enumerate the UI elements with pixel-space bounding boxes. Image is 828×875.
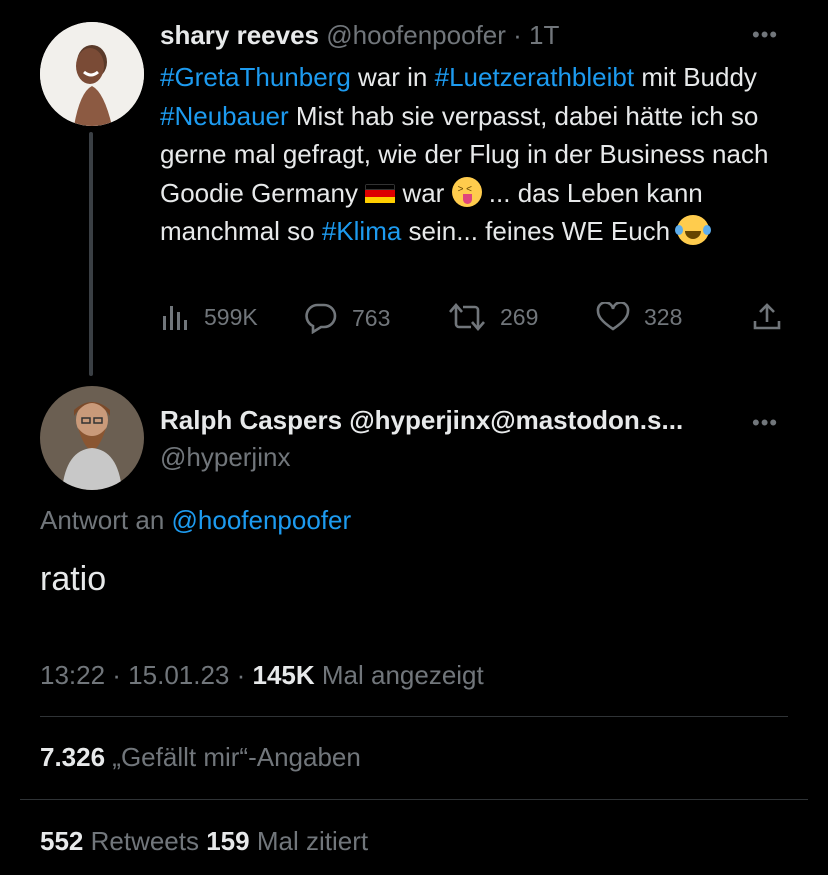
tongue-wink-emoji: > < [451,176,482,207]
timestamp[interactable]: 13:22 · 15.01.23 · [40,660,252,690]
tweet-text: #GretaThunberg war in #Luetzerathbleibt … [160,62,769,246]
quotes-stat[interactable]: 159 Mal zitiert [206,826,368,856]
views-number: 145K [252,660,315,690]
tears-of-joy-emoji [675,215,712,245]
more-dots-icon[interactable]: ••• [752,410,778,436]
likes-stat[interactable]: 7.326 „Gefällt mir“-Angaben [40,742,361,773]
share-upload-icon [753,303,781,330]
reply-count: 763 [352,304,391,331]
reply-to-line: Antwort an @hoofenpoofer [40,505,352,535]
more-dots-icon[interactable]: ••• [752,22,778,48]
reply-action[interactable]: 763 [304,302,390,334]
thread-line [89,132,93,376]
reply-bubble-icon [305,303,337,334]
retweets-quotes-stat: 552 Retweets 159 Mal zitiert [40,826,368,857]
like-action[interactable]: 328 [596,302,682,332]
retweets-stat[interactable]: 552 Retweets [40,826,206,856]
reply-author-handle[interactable]: @hyperjinx [160,442,290,473]
hashtag-link[interactable]: #Luetzerathbleibt [435,62,634,92]
divider [40,716,788,717]
author-handle[interactable]: @hoofenpoofer [326,20,506,50]
german-flag-emoji [365,183,396,204]
views-action[interactable]: 599K [160,302,258,332]
hashtag-link[interactable]: #Neubauer [160,101,289,131]
like-count: 328 [644,303,683,330]
like-heart-icon [596,302,630,331]
retweet-count: 269 [500,303,539,330]
divider [20,799,808,800]
views-count: 599K [204,303,258,330]
meta-line: 13:22 · 15.01.23 · 145K Mal angezeigt [40,660,484,690]
hashtag-link[interactable]: #Klima [322,216,401,246]
hashtag-link[interactable]: #GretaThunberg [160,62,351,92]
views-bar-icon [163,306,187,330]
reply-to-handle[interactable]: @hoofenpoofer [172,505,352,535]
share-action[interactable] [752,302,796,332]
avatar-ralph[interactable] [40,386,144,490]
avatar-shary[interactable] [40,22,144,126]
reply-text: ratio [40,560,107,598]
tweet-time[interactable]: · 1T [513,20,559,50]
author-name[interactable]: shary reeves [160,20,319,50]
reply-author-name[interactable]: Ralph Caspers @hyperjinx@mastodon.s... [160,405,683,436]
retweet-action[interactable]: 269 [448,302,538,332]
retweet-icon [449,303,485,331]
